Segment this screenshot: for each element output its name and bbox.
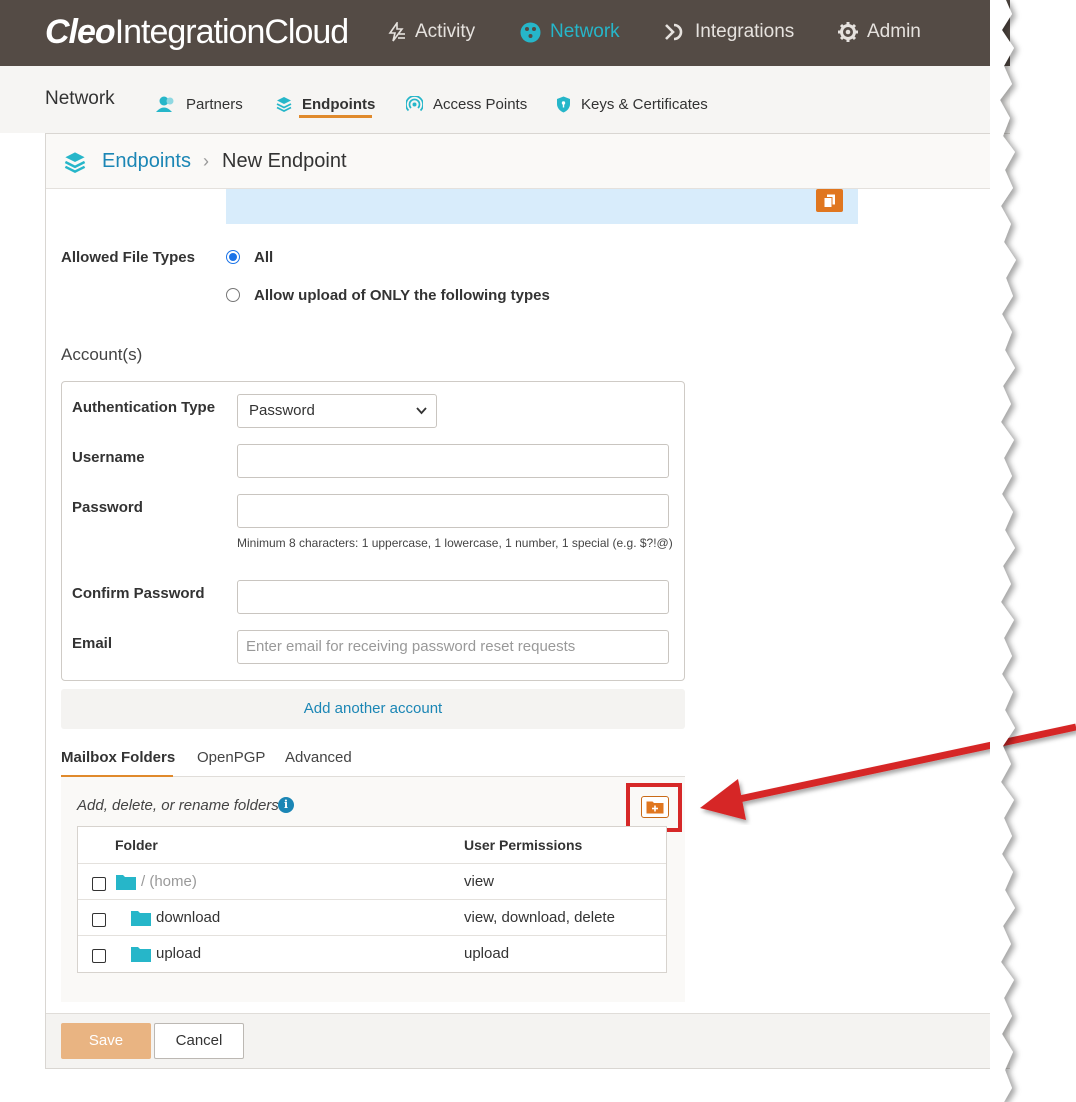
layers-icon — [64, 152, 86, 173]
auth-type-value: Password — [249, 402, 315, 419]
password-field[interactable] — [237, 494, 669, 528]
folder-name-upload[interactable]: upload — [156, 945, 201, 962]
subnav-keys-certificates[interactable]: Keys & Certificates — [556, 91, 708, 117]
breadcrumb-current: New Endpoint — [222, 150, 347, 172]
radio-all[interactable] — [226, 250, 240, 264]
folder-name-home[interactable]: / (home) — [141, 873, 197, 890]
subnav-keys-label: Keys & Certificates — [581, 95, 708, 113]
confirm-password-field[interactable] — [237, 580, 669, 614]
save-button[interactable]: Save — [61, 1023, 151, 1059]
username-field[interactable] — [237, 444, 669, 478]
nav-integrations[interactable]: Integrations — [664, 18, 794, 46]
logo-rest-text: IntegrationCloud — [114, 13, 350, 51]
row-divider — [78, 899, 666, 900]
folders-note: Add, delete, or rename folders — [77, 797, 279, 814]
folder-icon — [131, 911, 151, 926]
info-icon[interactable]: i — [278, 797, 294, 813]
add-another-account-button[interactable]: Add another account — [61, 689, 685, 729]
row-checkbox-upload[interactable] — [92, 949, 106, 963]
auth-type-select[interactable]: Password — [237, 394, 437, 428]
partners-icon — [156, 96, 174, 112]
tab-mailbox-folders[interactable]: Mailbox Folders — [61, 749, 175, 766]
radio-only-types-label: Allow upload of ONLY the following types — [254, 287, 550, 304]
subnav-partners-label: Partners — [186, 95, 243, 113]
network-icon — [520, 22, 541, 42]
row-checkbox-download[interactable] — [92, 913, 106, 927]
access-point-icon — [406, 95, 423, 111]
column-header-permissions: User Permissions — [464, 837, 583, 853]
info-strip — [226, 189, 858, 224]
folder-icon — [131, 947, 151, 962]
app-logo[interactable]: CleoIntegrationCloud — [45, 12, 350, 52]
row-divider — [78, 935, 666, 936]
nav-admin-label: Admin — [867, 21, 921, 42]
subnav-endpoints[interactable]: Endpoints — [276, 91, 375, 117]
torn-edge-decoration — [990, 0, 1016, 1102]
row-divider — [78, 863, 666, 864]
confirm-password-label: Confirm Password — [72, 585, 205, 602]
radio-all-label: All — [254, 249, 274, 266]
email-label: Email — [72, 635, 113, 652]
row-checkbox-home[interactable] — [92, 877, 106, 891]
tab-advanced[interactable]: Advanced — [285, 749, 352, 766]
nav-network-label: Network — [550, 21, 620, 42]
auth-type-label: Authentication Type — [72, 399, 216, 416]
password-label: Password — [72, 499, 143, 516]
nav-admin[interactable]: Admin — [838, 18, 921, 46]
subnav-access-points-label: Access Points — [433, 95, 528, 113]
permissions-home: view — [464, 873, 495, 890]
permissions-upload: upload — [464, 945, 510, 962]
shield-icon — [557, 96, 570, 112]
cancel-button[interactable]: Cancel — [154, 1023, 244, 1059]
allowed-file-types-label: Allowed File Types — [61, 249, 195, 266]
active-tab-indicator — [299, 115, 372, 118]
logo-bold-text: Cleo — [45, 13, 116, 51]
username-label: Username — [72, 449, 145, 466]
subnav-access-points[interactable]: Access Points — [406, 91, 527, 117]
email-field[interactable]: Enter email for receiving password reset… — [237, 630, 669, 664]
subnav-partners[interactable]: Partners — [156, 91, 243, 117]
breadcrumb-separator: › — [203, 151, 209, 171]
accounts-section-title: Account(s) — [61, 345, 143, 364]
integrations-icon — [665, 23, 683, 41]
annotation-highlight-box — [626, 783, 682, 832]
password-hint: Minimum 8 characters: 1 uppercase, 1 low… — [237, 536, 673, 550]
activity-icon — [388, 22, 405, 42]
breadcrumb-endpoints-link[interactable]: Endpoints — [102, 150, 191, 173]
permissions-download: view, download, delete — [464, 909, 615, 926]
nav-network[interactable]: Network — [520, 18, 620, 46]
copy-button[interactable] — [816, 189, 843, 212]
chevron-down-icon — [416, 407, 427, 415]
copy-icon — [823, 194, 835, 208]
tab-openpgp[interactable]: OpenPGP — [197, 749, 265, 766]
section-title: Network — [45, 88, 115, 109]
folder-icon — [116, 875, 136, 890]
column-header-folder: Folder — [115, 837, 158, 853]
radio-only-types[interactable] — [226, 288, 240, 302]
layers-icon — [276, 97, 292, 112]
folder-name-download[interactable]: download — [156, 909, 220, 926]
nav-activity[interactable]: Activity — [386, 18, 475, 46]
subnav-endpoints-label: Endpoints — [302, 95, 376, 113]
gear-icon — [838, 22, 858, 42]
nav-activity-label: Activity — [415, 21, 476, 42]
nav-integrations-label: Integrations — [695, 21, 795, 42]
